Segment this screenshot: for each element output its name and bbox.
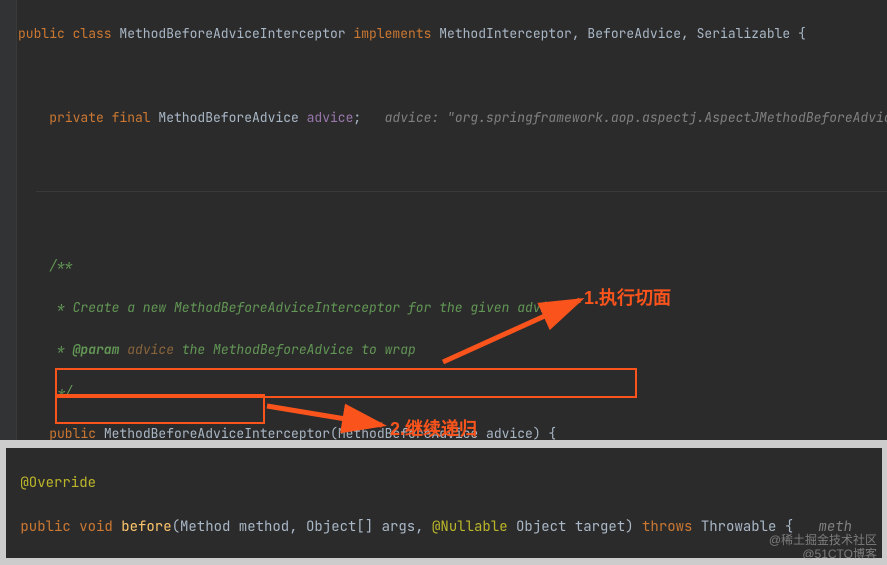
javadoc: */ <box>18 381 887 402</box>
inline-comment: meth <box>818 518 852 536</box>
code-text: MethodBeforeAdvice <box>158 109 306 126</box>
code-text: public void <box>12 518 121 536</box>
code-text: MethodInterceptor, BeforeAdvice, Seriali… <box>439 25 806 42</box>
annotation: @Override <box>12 472 882 494</box>
annotation: @Nullable <box>432 518 508 536</box>
code-text: throws <box>642 518 701 536</box>
javadoc: advice <box>127 341 174 358</box>
method-name: before <box>121 518 171 536</box>
code-editor-bottom[interactable]: @Override public void before(Method meth… <box>6 448 882 558</box>
gutter <box>0 0 17 440</box>
code-text: ; <box>353 109 384 126</box>
code-editor-top[interactable]: public class MethodBeforeAdviceIntercept… <box>0 0 887 440</box>
code-text: private final <box>18 109 158 126</box>
constructor-name: MethodBeforeAdviceInterceptor <box>104 425 330 440</box>
code-text: (Method method, Object[] args, <box>172 518 432 536</box>
code-area-bottom[interactable]: @Override public void before(Method meth… <box>6 448 882 558</box>
javadoc: * <box>18 341 73 358</box>
inline-comment: advice: "org.springframework.aop.aspectj… <box>385 109 887 126</box>
javadoc: /** <box>18 255 887 276</box>
code-text: MethodBeforeAdviceInterceptor <box>119 25 353 42</box>
code-text: public class <box>18 25 119 42</box>
code-area-top[interactable]: public class MethodBeforeAdviceIntercept… <box>0 0 887 440</box>
code-text: Throwable { <box>701 518 819 536</box>
javadoc: * Create a new MethodBeforeAdviceInterce… <box>18 297 887 318</box>
code-text: public <box>18 425 104 440</box>
code-text: implements <box>353 25 439 42</box>
code-text: (MethodBeforeAdvice advice) { <box>330 425 556 440</box>
code-text: Object target) <box>508 518 642 536</box>
javadoc-tag: @param <box>73 341 128 358</box>
code-text: advice <box>307 109 354 126</box>
javadoc: the MethodBeforeAdvice to wrap <box>174 341 416 358</box>
